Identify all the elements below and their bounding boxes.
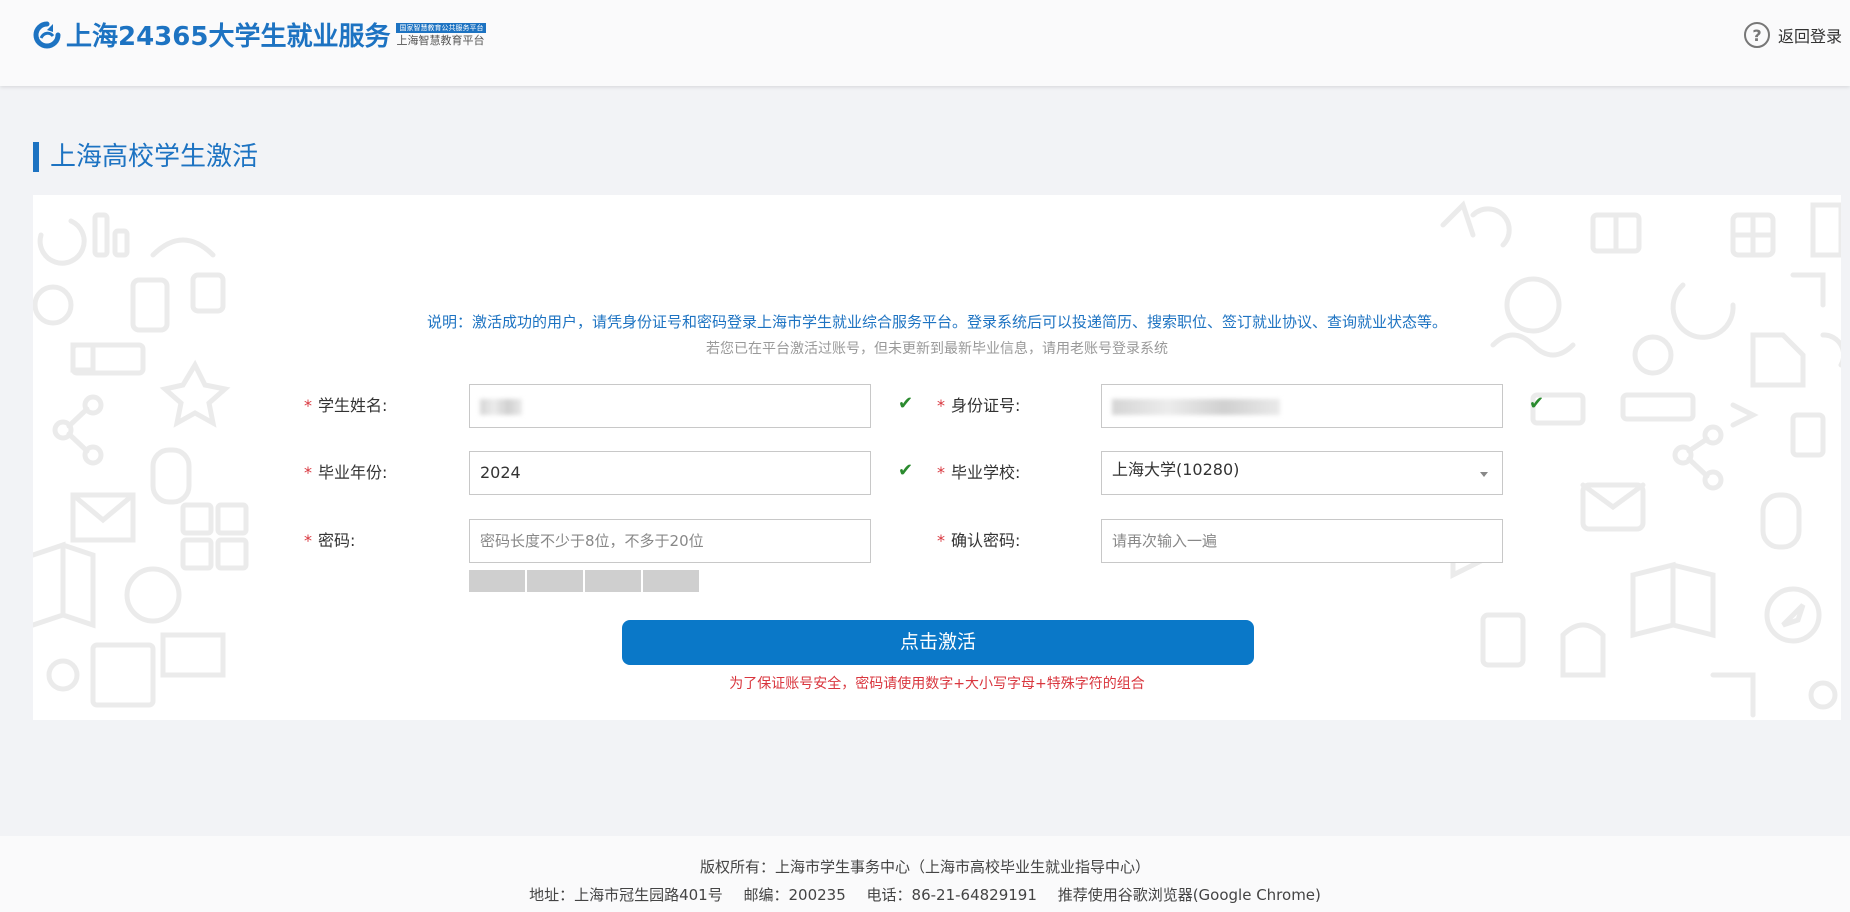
footer-contact: 地址：上海市冠生园路401号 邮编：200235 电话：86-21-648291… — [0, 884, 1850, 905]
student-name-checkmark-icon: ✔ — [898, 393, 914, 414]
chevron-down-icon — [1480, 472, 1488, 477]
page-footer: 版权所有：上海市学生事务中心（上海市高校毕业生就业指导中心） 地址：上海市冠生园… — [0, 836, 1850, 912]
logo-sub-bottom: 上海智慧教育平台 — [396, 34, 485, 47]
confirm-password-label-text: 确认密码: — [951, 531, 1021, 550]
password-label: * 密码: — [304, 531, 355, 551]
required-mark: * — [304, 396, 312, 415]
top-header: 上海24365大学生就业服务 国家智慧教育公共服务平台 上海智慧教育平台 ? 返… — [0, 0, 1850, 86]
student-name-label-text: 学生姓名: — [318, 396, 388, 415]
footer-address: 地址：上海市冠生园路401号 — [529, 886, 723, 904]
strength-segment — [469, 570, 525, 592]
site-logo[interactable]: 上海24365大学生就业服务 国家智慧教育公共服务平台 上海智慧教育平台 — [32, 16, 487, 53]
activation-notice: 说明：激活成功的用户，请凭身份证号和密码登录上海市学生就业综合服务平台。登录系统… — [426, 313, 1447, 331]
password-warning: 为了保证账号安全，密码请使用数字+大小写字母+特殊字符的组合 — [729, 676, 1145, 692]
school-select-value: 上海大学(10280) — [1112, 460, 1240, 479]
activation-form-card: 说明：激活成功的用户，请凭身份证号和密码登录上海市学生就业综合服务平台。登录系统… — [33, 195, 1841, 720]
id-number-label: * 身份证号: — [937, 396, 1020, 416]
footer-copyright: 版权所有：上海市学生事务中心（上海市高校毕业生就业指导中心） — [699, 858, 1150, 876]
logo-title: 上海24365大学生就业服务 — [66, 22, 391, 52]
password-strength-meter — [469, 570, 701, 592]
strength-segment — [643, 570, 699, 592]
graduation-year-input[interactable]: 2024 — [469, 451, 871, 495]
graduation-year-label: * 毕业年份: — [304, 463, 387, 483]
id-number-checkmark-icon: ✔ — [1529, 393, 1545, 414]
activate-button[interactable]: 点击激活 — [622, 620, 1254, 665]
school-select[interactable]: 上海大学(10280) — [1101, 451, 1503, 495]
student-name-input[interactable] — [469, 384, 871, 428]
id-number-label-text: 身份证号: — [951, 396, 1021, 415]
strength-segment — [585, 570, 641, 592]
password-label-text: 密码: — [318, 531, 356, 550]
required-mark: * — [304, 531, 312, 550]
logo-mark-icon — [33, 21, 61, 48]
graduation-year-checkmark-icon: ✔ — [898, 460, 914, 481]
confirm-password-label: * 确认密码: — [937, 531, 1020, 551]
confirm-password-input[interactable]: 请再次输入一遍 — [1101, 519, 1503, 563]
redacted-name — [480, 398, 522, 415]
question-circle-icon: ? — [1743, 22, 1770, 48]
logo-sub-top: 国家智慧教育公共服务平台 — [396, 23, 487, 33]
password-input[interactable]: 密码长度不少于8位，不多于20位 — [469, 519, 871, 563]
logo-subtitle: 国家智慧教育公共服务平台 上海智慧教育平台 — [396, 23, 487, 47]
required-mark: * — [937, 396, 945, 415]
student-name-label: * 学生姓名: — [304, 396, 387, 416]
page-title: 上海高校学生激活 — [33, 142, 258, 172]
school-label-text: 毕业学校: — [951, 463, 1021, 482]
footer-phone: 电话：86-21-64829191 — [866, 886, 1037, 904]
footer-postcode: 邮编：200235 — [743, 886, 846, 904]
footer-browser: 推荐使用谷歌浏览器(Google Chrome) — [1057, 886, 1321, 904]
back-to-login-link[interactable]: ? 返回登录 — [1743, 22, 1842, 48]
redacted-id-number — [1112, 398, 1280, 415]
graduation-year-label-text: 毕业年份: — [318, 463, 388, 482]
back-to-login-label: 返回登录 — [1777, 27, 1842, 46]
activation-notice-sub: 若您已在平台激活过账号，但未更新到最新毕业信息，请用老账号登录系统 — [706, 341, 1168, 357]
required-mark: * — [304, 463, 312, 482]
school-label: * 毕业学校: — [937, 463, 1020, 483]
strength-segment — [527, 570, 583, 592]
id-number-input[interactable] — [1101, 384, 1503, 428]
required-mark: * — [937, 463, 945, 482]
required-mark: * — [937, 531, 945, 550]
